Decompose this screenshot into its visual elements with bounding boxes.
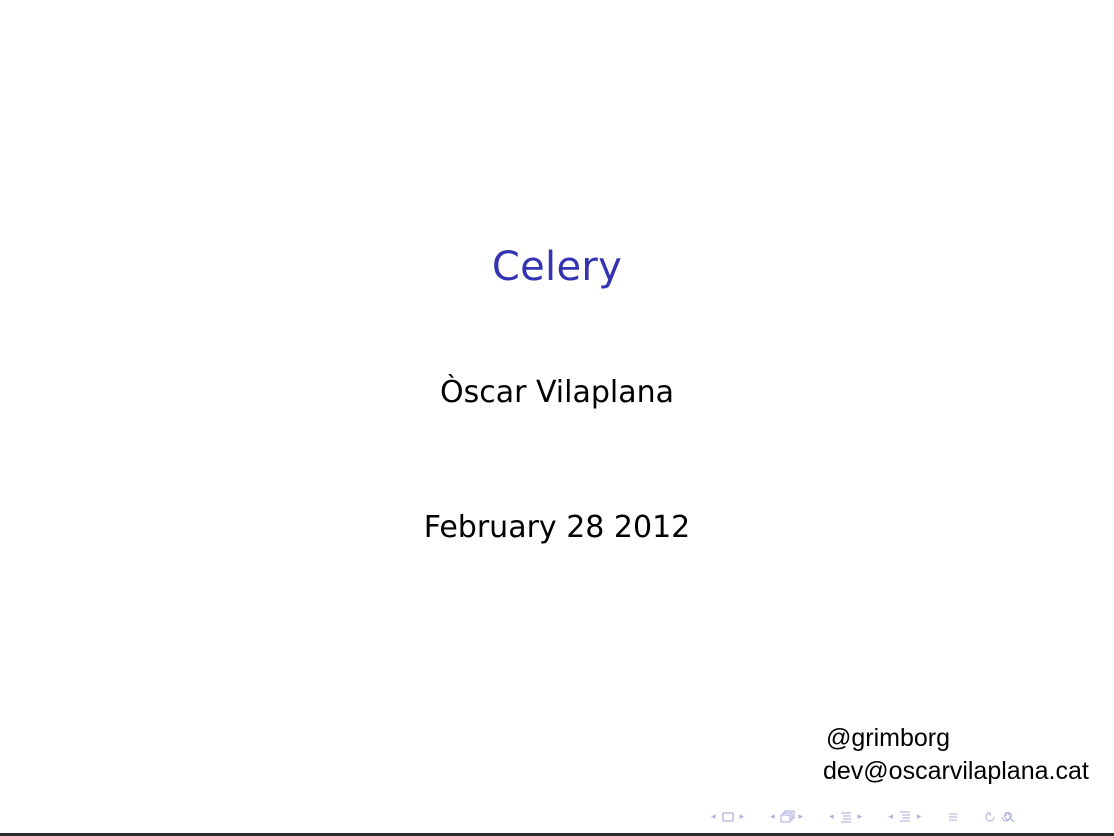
next-subsection-arrow-icon[interactable]: ▸ <box>796 812 807 822</box>
subsubsection-icon[interactable] <box>896 810 914 824</box>
next-subsubsection-arrow-icon[interactable]: ▸ <box>914 812 925 822</box>
author-name: Òscar Vilaplana <box>439 375 675 410</box>
subsection-icon[interactable] <box>778 810 796 824</box>
twitter-handle: @grimborg <box>826 724 951 752</box>
prev-subsection-arrow-icon[interactable]: ◂ <box>767 812 778 822</box>
beamer-navigation-bar: ◂ ▸ ◂ ▸ ◂ ▸ ◂ ▸ <box>708 806 1018 828</box>
prev-frame-arrow-icon[interactable]: ◂ <box>708 812 719 822</box>
presentation-date: February 28 2012 <box>423 510 691 545</box>
contact-info: @grimborg dev@oscarvilaplana.cat <box>823 722 1089 788</box>
frame-icon[interactable] <box>719 810 737 824</box>
back-forward-icon[interactable] <box>982 810 1011 824</box>
nav-group-frame: ◂ ▸ <box>708 810 747 824</box>
slide-title: Celery <box>491 244 623 290</box>
nav-group-subsection: ◂ ▸ <box>767 810 806 824</box>
next-section-arrow-icon[interactable]: ▸ <box>855 812 866 822</box>
email-address: dev@oscarvilaplana.cat <box>823 757 1089 785</box>
section-icon[interactable] <box>837 810 855 824</box>
nav-group-subsubsection: ◂ ▸ <box>885 810 924 824</box>
nav-group-section: ◂ ▸ <box>826 810 865 824</box>
slide: Celery Òscar Vilaplana February 28 2012 … <box>0 0 1114 834</box>
nav-group-appendix <box>944 810 962 824</box>
search-icon[interactable] <box>1000 810 1018 824</box>
next-frame-arrow-icon[interactable]: ▸ <box>737 812 748 822</box>
align-icon[interactable] <box>944 810 962 824</box>
nav-group-search <box>982 810 1018 824</box>
prev-subsubsection-arrow-icon[interactable]: ◂ <box>885 812 896 822</box>
prev-section-arrow-icon[interactable]: ◂ <box>826 812 837 822</box>
